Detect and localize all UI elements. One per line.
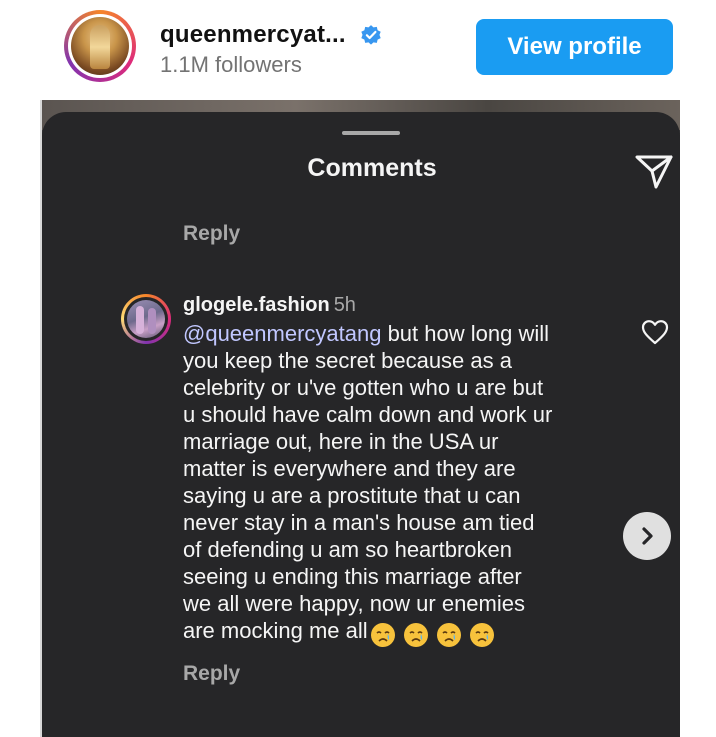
profile-username[interactable]: queenmercyat... <box>160 21 346 49</box>
comment-timestamp: 5h <box>333 294 356 316</box>
comment-line: celebrity or u've gotten who u are but <box>183 375 544 400</box>
crying-face-icon <box>370 623 395 648</box>
profile-header: queenmercyat... 1.1M followers View prof… <box>0 0 716 100</box>
comment-line: you keep the secret because as a <box>183 348 512 373</box>
comment-line: saying u are a prostitute that u can <box>183 483 521 508</box>
verified-badge-icon <box>361 25 381 45</box>
emoji-group <box>368 620 495 648</box>
profile-avatar[interactable] <box>64 10 136 82</box>
commenter-avatar-photo <box>127 300 165 338</box>
comment-line: are mocking me all <box>183 617 623 648</box>
comments-sheet: Comments Reply glogele.fashion 5h @queenm… <box>42 112 680 737</box>
followers-count: 1.1M followers <box>160 52 302 77</box>
comments-title: Comments <box>307 154 437 182</box>
comment-line: matter is everywhere and they are <box>183 456 516 481</box>
paper-plane-icon[interactable] <box>634 154 674 190</box>
comment-text: @queenmercyatang but how long will you k… <box>183 320 623 648</box>
sheet-drag-handle[interactable] <box>342 131 400 135</box>
mention-link[interactable]: @queenmercyatang <box>183 321 381 346</box>
comment-line: seeing u ending this marriage after <box>183 564 522 589</box>
commenter-avatar[interactable] <box>121 294 171 344</box>
instagram-embed: queenmercyat... 1.1M followers View prof… <box>0 0 716 737</box>
comment-line: marriage out, here in the USA ur <box>183 429 499 454</box>
crying-face-icon <box>469 623 494 648</box>
crying-face-icon <box>436 623 461 648</box>
comment-header: glogele.fashion 5h <box>183 292 356 318</box>
reply-button[interactable]: Reply <box>183 662 240 686</box>
comment-line: of defending u am so heartbroken <box>183 537 513 562</box>
profile-avatar-photo <box>71 17 129 75</box>
comment-author[interactable]: glogele.fashion <box>183 294 330 316</box>
comment-line: @queenmercyatang but how long will <box>183 321 549 346</box>
comment-line: we all were happy, now ur enemies <box>183 591 525 616</box>
next-post-button[interactable] <box>623 512 671 560</box>
crying-face-icon <box>403 623 428 648</box>
comment-line: u should have calm down and work ur <box>183 402 553 427</box>
comment-line: never stay in a man's house am tied <box>183 510 535 535</box>
username-row: queenmercyat... <box>160 18 382 52</box>
chevron-right-icon <box>642 527 653 545</box>
reply-button-top[interactable]: Reply <box>183 222 240 246</box>
view-profile-button[interactable]: View profile <box>476 19 673 75</box>
heart-outline-icon[interactable] <box>641 319 669 345</box>
